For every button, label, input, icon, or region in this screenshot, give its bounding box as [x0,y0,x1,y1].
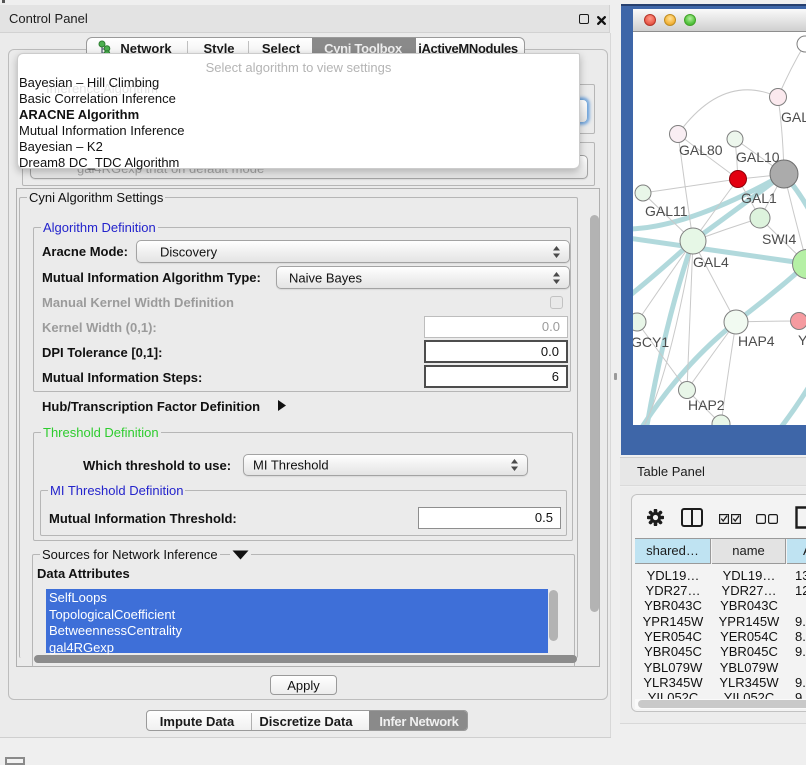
svg-text:GAL4: GAL4 [693,254,729,270]
svg-text:HAP4: HAP4 [738,333,775,349]
svg-text:GAL80: GAL80 [679,142,723,158]
svg-text:SWI4: SWI4 [762,231,796,247]
svg-text:GAL7: GAL7 [781,109,806,125]
svg-text:GAL10: GAL10 [736,149,780,165]
svg-text:GAL11: GAL11 [645,203,688,219]
svg-text:GAL1: GAL1 [741,190,777,206]
svg-text:HAP2: HAP2 [688,397,725,413]
svg-text:Y: Y [798,332,806,348]
svg-text:GCY1: GCY1 [633,334,669,350]
